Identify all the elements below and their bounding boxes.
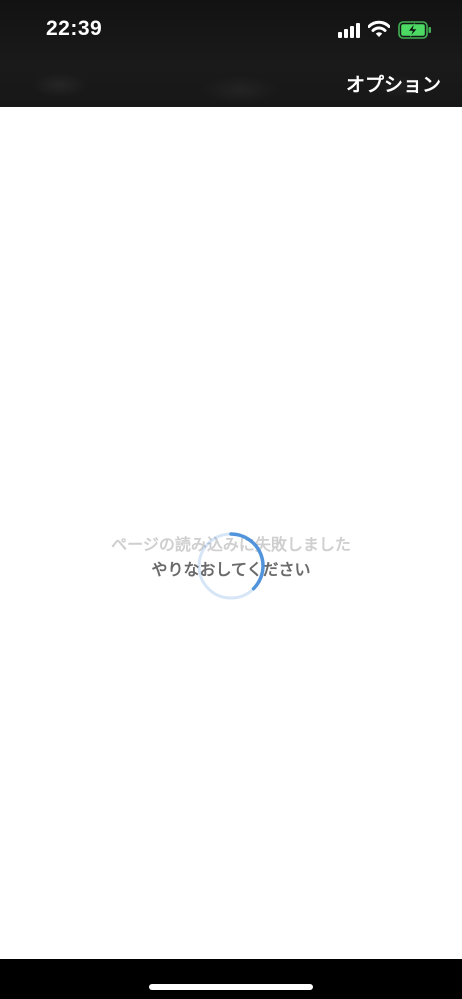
loading-spinner-icon bbox=[197, 532, 265, 600]
bottom-bar bbox=[0, 959, 462, 999]
status-time: 22:39 bbox=[46, 17, 103, 40]
battery-charging-icon bbox=[398, 21, 431, 39]
options-button[interactable]: オプション bbox=[346, 70, 441, 97]
wifi-icon bbox=[368, 20, 390, 37]
header-bar: 22:39 オプション bbox=[0, 0, 462, 107]
home-indicator[interactable] bbox=[149, 984, 313, 990]
webview-content: ページの読み込みに失敗しました やりなおしてください bbox=[0, 107, 462, 959]
cellular-signal-icon bbox=[338, 22, 362, 38]
